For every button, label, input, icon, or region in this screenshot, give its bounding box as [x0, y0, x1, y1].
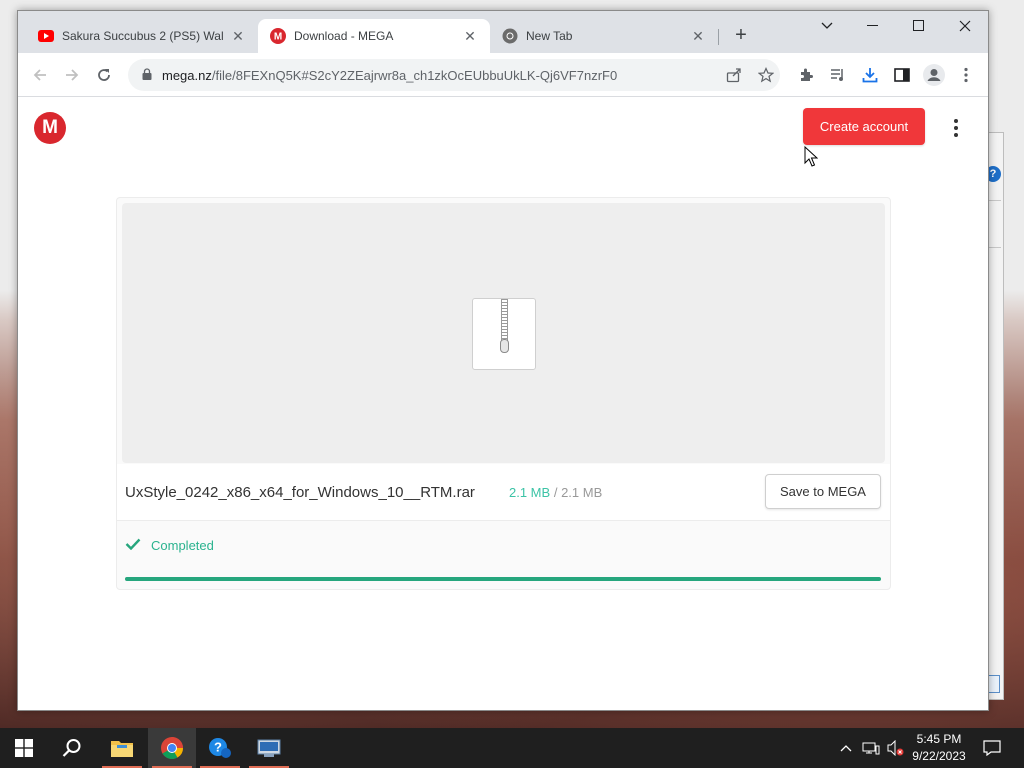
network-icon[interactable]: [860, 728, 882, 768]
back-button[interactable]: [28, 63, 52, 87]
chrome-icon: [161, 737, 183, 759]
address-bar[interactable]: mega.nz/file/8FEXnQ5K#S2cY2ZEajrwr8a_ch1…: [128, 59, 780, 91]
tab-title: New Tab: [526, 29, 573, 43]
divider: [989, 247, 1001, 248]
help-icon: ?: [209, 738, 231, 758]
network-app-icon: [257, 739, 281, 757]
chrome-window: Sakura Succubus 2 (PS5) Walkth ✕ M Downl…: [17, 10, 989, 711]
network-app-button[interactable]: [245, 728, 293, 768]
page-menu-icon[interactable]: [946, 117, 966, 139]
mega-download-page: M Create account UxStyle_0242_x86_x64_fo…: [18, 97, 988, 710]
close-icon[interactable]: ✕: [230, 28, 246, 44]
minimize-button[interactable]: [850, 11, 896, 41]
downloaded-size: 2.1 MB: [509, 485, 551, 500]
svg-text:?: ?: [214, 740, 222, 755]
search-icon: [62, 739, 81, 757]
tab-title: Download - MEGA: [294, 29, 394, 43]
archive-file-icon: [472, 298, 536, 370]
chrome-icon: [502, 28, 518, 44]
reload-button[interactable]: [92, 63, 116, 87]
share-icon[interactable]: [724, 65, 744, 85]
chevron-down-icon[interactable]: [804, 11, 850, 41]
close-icon[interactable]: ✕: [462, 28, 478, 44]
file-explorer-button[interactable]: [98, 728, 146, 768]
status-text: Completed: [151, 538, 214, 553]
file-name: UxStyle_0242_x86_x64_for_Windows_10__RTM…: [125, 484, 475, 501]
file-preview: [122, 203, 885, 463]
clock-time: 5:45 PM: [916, 732, 962, 746]
download-progress-bar: [125, 577, 881, 581]
url-host: mega.nz: [162, 67, 212, 83]
total-size: 2.1 MB: [561, 485, 603, 500]
media-queue-icon[interactable]: [826, 63, 850, 87]
save-to-mega-button[interactable]: Save to MEGA: [765, 474, 881, 509]
system-clock[interactable]: 5:45 PM 9/22/2023: [904, 731, 974, 765]
forward-button[interactable]: [60, 63, 84, 87]
new-tab-button[interactable]: +: [730, 25, 752, 47]
tab-title: Sakura Succubus 2 (PS5) Walkth: [62, 29, 224, 43]
url-path: /file/8FEXnQ5K#S2cY2ZEajrwr8a_ch1zkOcEUb…: [211, 67, 618, 83]
side-panel-icon[interactable]: [890, 63, 914, 87]
lock-icon[interactable]: [142, 67, 152, 83]
divider: [989, 200, 1001, 201]
windows-start-icon: [15, 739, 33, 757]
tab-separator: [718, 29, 719, 45]
progress-fill: [125, 577, 881, 581]
bookmark-star-icon[interactable]: [756, 65, 776, 85]
svg-text:M: M: [274, 32, 282, 43]
tab-new-tab[interactable]: New Tab ✕: [490, 19, 718, 53]
youtube-icon: [38, 28, 54, 44]
taskbar: ? 5:45 PM 9/22/2023: [0, 728, 1024, 768]
file-info-row: UxStyle_0242_x86_x64_for_Windows_10__RTM…: [117, 464, 890, 521]
help-app-button[interactable]: ?: [196, 728, 244, 768]
clock-date: 9/22/2023: [912, 749, 966, 763]
search-button[interactable]: [48, 728, 96, 768]
checkmark-icon: [125, 538, 141, 553]
maximize-button[interactable]: [896, 11, 942, 41]
close-icon[interactable]: ✕: [690, 28, 706, 44]
menu-kebab-icon[interactable]: [954, 63, 978, 87]
chrome-taskbar-button[interactable]: [148, 728, 196, 768]
size-separator: /: [553, 485, 558, 500]
volume-muted-icon[interactable]: [884, 728, 906, 768]
tab-strip: Sakura Succubus 2 (PS5) Walkth ✕ M Downl…: [18, 11, 988, 53]
download-status: Completed: [125, 538, 214, 553]
mega-icon: M: [270, 28, 286, 44]
tab-youtube[interactable]: Sakura Succubus 2 (PS5) Walkth ✕: [26, 19, 258, 53]
tab-mega[interactable]: M Download - MEGA ✕: [258, 19, 490, 53]
file-size: 2.1 MB / 2.1 MB: [509, 485, 602, 500]
notifications-icon[interactable]: [980, 728, 1004, 768]
download-icon[interactable]: [858, 63, 882, 87]
chevron-up-icon[interactable]: [836, 728, 856, 768]
create-account-button[interactable]: Create account: [803, 108, 925, 145]
mega-logo[interactable]: M: [34, 112, 66, 144]
start-button[interactable]: [0, 728, 48, 768]
mouse-cursor-icon: [804, 145, 819, 173]
close-window-button[interactable]: [942, 11, 988, 41]
file-card: UxStyle_0242_x86_x64_for_Windows_10__RTM…: [116, 197, 891, 590]
extensions-icon[interactable]: [794, 63, 818, 87]
file-explorer-icon: [111, 741, 133, 757]
profile-avatar-icon[interactable]: [922, 63, 946, 87]
